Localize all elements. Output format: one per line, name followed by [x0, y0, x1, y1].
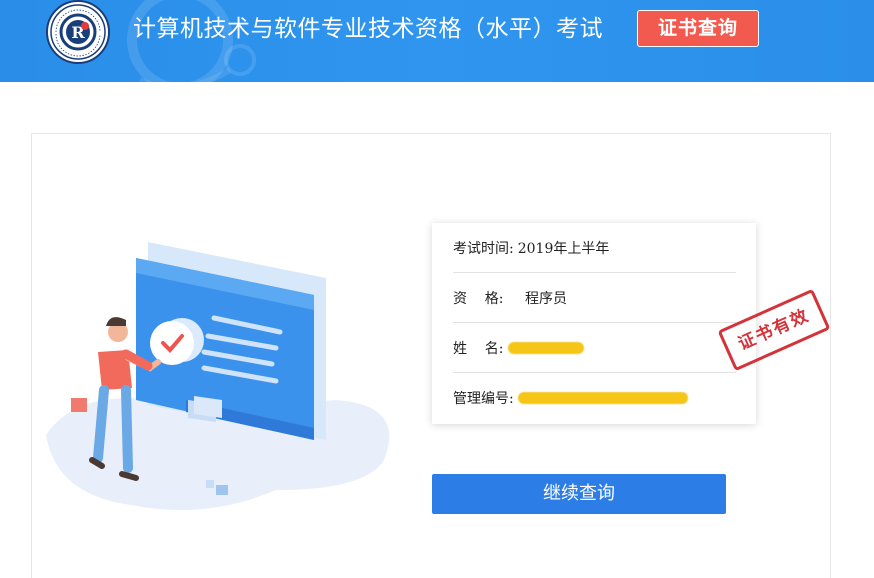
exam-time-row: 考试时间: 2019年上半年	[453, 223, 736, 273]
name-row: 姓 名:	[453, 323, 736, 373]
management-id-label: 管理编号:	[453, 391, 514, 407]
person-at-screen-illustration-icon	[46, 242, 390, 510]
qualification-row: 资 格: 程序员	[453, 273, 736, 323]
certificate-info-panel: 考试时间: 2019年上半年 资 格: 程序员 姓 名: 管理编号:	[432, 223, 756, 424]
qualification-value: 程序员	[525, 290, 567, 307]
qualification-label-text: 资 格:	[453, 290, 504, 307]
site-header: R 计算机技术与软件专业技术资格（水平）考试 证书查询	[0, 0, 874, 82]
name-label: 姓 名:	[453, 340, 504, 357]
qualification-label: 资 格:	[453, 288, 521, 308]
exam-seal-logo-icon[interactable]: R	[46, 0, 110, 64]
continue-query-button[interactable]: 继续查询	[432, 474, 726, 514]
certificate-query-button[interactable]: 证书查询	[637, 10, 759, 47]
management-id-row: 管理编号:	[453, 373, 736, 423]
exam-time-value: 2019年上半年	[517, 240, 610, 257]
name-redaction-mark	[507, 341, 584, 354]
site-title: 计算机技术与软件专业技术资格（水平）考试	[133, 16, 603, 42]
exam-time-label: 考试时间:	[453, 240, 514, 257]
management-id-redaction-mark	[517, 392, 688, 404]
